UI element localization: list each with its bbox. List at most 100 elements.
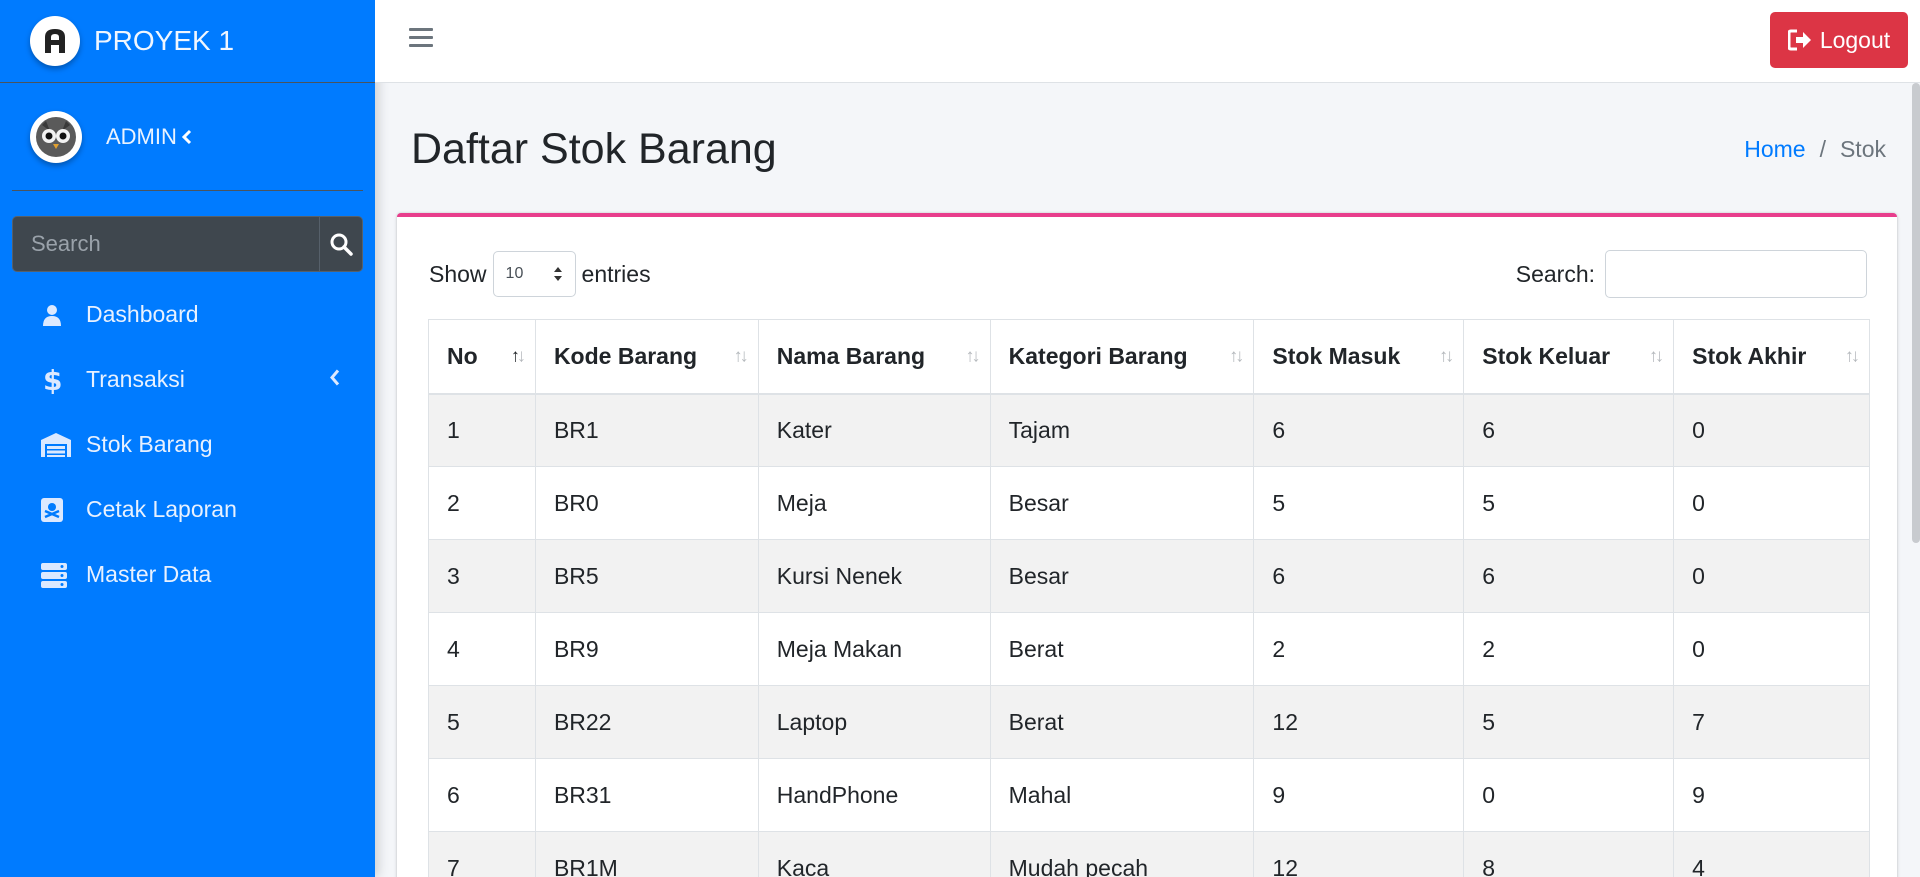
user-panel[interactable]: ADMIN — [12, 83, 363, 191]
cell-nama-barang: Meja Makan — [757, 612, 991, 686]
sidebar-item-stok-barang[interactable]: Stok Barang — [0, 412, 375, 477]
cell-stok-keluar: 8 — [1463, 831, 1675, 877]
cell-kode-barang: BR31 — [534, 758, 759, 832]
sidebar-item-label: Master Data — [86, 561, 212, 587]
user-name-label: ADMIN — [106, 123, 177, 149]
sidebar-item-label: Dashboard — [86, 301, 199, 327]
sidebar-item-dashboard[interactable]: Dashboard — [0, 282, 375, 347]
cell-no: 2 — [428, 466, 536, 540]
cell-kode-barang: BR5 — [534, 539, 759, 613]
database-icon — [40, 562, 74, 588]
cell-nama-barang: Meja — [757, 466, 991, 540]
cell-stok-akhir: 0 — [1673, 612, 1870, 686]
cell-stok-keluar: 5 — [1463, 466, 1675, 540]
cell-no: 6 — [428, 758, 536, 832]
search-icon — [330, 233, 353, 256]
sidebar-search-button[interactable] — [319, 216, 363, 272]
cell-stok-akhir: 0 — [1673, 539, 1870, 613]
sidebar-item-master-data[interactable]: Master Data — [0, 542, 375, 607]
cell-no: 4 — [428, 612, 536, 686]
cell-kategori-barang: Besar — [989, 466, 1255, 540]
page-length-select[interactable]: 10 — [492, 251, 576, 297]
column-header-stok-keluar[interactable]: Stok Keluar ↑↓ — [1463, 319, 1675, 395]
table-search-label: Search: — [1515, 260, 1595, 287]
cell-nama-barang: HandPhone — [757, 758, 991, 832]
breadcrumb-home-link[interactable]: Home — [1744, 136, 1805, 163]
warehouse-icon — [40, 432, 74, 458]
cell-kategori-barang: Tajam — [989, 393, 1255, 467]
sidebar-item-label: Cetak Laporan — [86, 496, 237, 522]
avatar — [30, 110, 82, 163]
cell-no: 5 — [428, 685, 536, 759]
select-arrows-icon — [553, 267, 562, 281]
cell-nama-barang: Laptop — [757, 685, 991, 759]
sidebar-item-cetak-laporan[interactable]: Cetak Laporan — [0, 477, 375, 542]
stock-table: No ↑↓ Kode Barang ↑↓ Nama Barang ↑↓ Kategor… — [428, 319, 1870, 877]
cell-kategori-barang: Berat — [989, 612, 1255, 686]
sort-asc-icon: ↑↓ — [510, 345, 526, 366]
user-name[interactable]: ADMIN — [106, 124, 193, 150]
table-search-input[interactable] — [1605, 250, 1867, 298]
cell-stok-akhir: 7 — [1673, 685, 1870, 759]
column-header-kode-barang[interactable]: Kode Barang ↑↓ — [534, 319, 759, 395]
page-scrollbar[interactable] — [1912, 83, 1920, 543]
entries-label: entries — [581, 260, 651, 287]
table-row: 7 BR1M Kaca Mudah pecah 12 8 4 — [428, 831, 1870, 877]
sort-icon: ↑↓ — [965, 345, 981, 366]
sort-icon: ↑↓ — [1649, 345, 1664, 366]
column-header-kategori-barang[interactable]: Kategori Barang ↑↓ — [989, 319, 1255, 395]
cell-no: 1 — [428, 393, 536, 467]
cell-kategori-barang: Besar — [989, 539, 1255, 613]
sort-icon: ↑↓ — [1229, 345, 1244, 366]
user-icon — [40, 303, 74, 327]
stock-card: Show 10 entries Search: No ↑↓ Kode Barang… — [397, 213, 1897, 877]
column-header-nama-barang[interactable]: Nama Barang ↑↓ — [757, 319, 991, 395]
cell-no: 7 — [428, 831, 536, 877]
cell-stok-akhir: 0 — [1673, 466, 1870, 540]
brand[interactable]: PROYEK 1 — [0, 0, 375, 83]
cell-stok-akhir: 4 — [1673, 831, 1870, 877]
logout-button[interactable]: Logout — [1770, 12, 1908, 68]
dollar-icon: $ — [40, 366, 74, 394]
brand-name: PROYEK 1 — [94, 25, 235, 56]
cell-stok-masuk: 12 — [1253, 831, 1465, 877]
cell-no: 3 — [428, 539, 536, 613]
sidebar: PROYEK 1 ADMIN Search Dashboard $ Transa… — [0, 0, 375, 877]
topbar: Logout — [375, 0, 1920, 83]
sidebar-nav: Dashboard $ Transaksi Stok Barang Cetak … — [0, 282, 375, 607]
column-header-stok-masuk[interactable]: Stok Masuk ↑↓ — [1253, 319, 1465, 395]
cell-stok-masuk: 6 — [1253, 539, 1465, 613]
sort-icon: ↑↓ — [1439, 345, 1454, 366]
page-title: Daftar Stok Barang — [411, 125, 777, 173]
breadcrumb-current: Stok — [1839, 136, 1886, 162]
column-header-stok-akhir[interactable]: Stok Akhir ↑↓ — [1673, 319, 1870, 395]
breadcrumb: Home / Stok — [1744, 136, 1886, 163]
cell-kode-barang: BR1 — [534, 393, 759, 467]
chevron-left-icon — [181, 129, 191, 144]
cell-stok-masuk: 5 — [1253, 466, 1465, 540]
menu-toggle-icon[interactable] — [409, 28, 433, 52]
cell-nama-barang: Kater — [757, 393, 991, 467]
cell-stok-keluar: 6 — [1463, 393, 1675, 467]
sidebar-search — [12, 216, 363, 272]
cell-nama-barang: Kursi Nenek — [757, 539, 991, 613]
chevron-left-icon — [329, 368, 341, 391]
column-header-no[interactable]: No ↑↓ — [428, 319, 536, 395]
cell-stok-keluar: 0 — [1463, 758, 1675, 832]
sort-icon: ↑↓ — [733, 345, 749, 366]
breadcrumb-separator: / — [1819, 136, 1826, 162]
cell-stok-masuk: 9 — [1253, 758, 1465, 832]
sidebar-item-transaksi[interactable]: $ Transaksi — [0, 347, 375, 412]
table-row: 5 BR22 Laptop Berat 12 5 7 — [428, 685, 1870, 759]
cell-kode-barang: BR1M — [534, 831, 759, 877]
table-search-control: Search: — [1516, 250, 1867, 298]
table-row: 4 BR9 Meja Makan Berat 2 2 0 — [428, 612, 1870, 686]
cell-nama-barang: Kaca — [757, 831, 991, 877]
sidebar-item-label: Stok Barang — [86, 431, 213, 457]
cell-kode-barang: BR9 — [534, 612, 759, 686]
svg-text:$: $ — [43, 366, 62, 394]
sidebar-search-input[interactable] — [12, 216, 319, 272]
brand-logo-icon — [30, 16, 80, 66]
cell-stok-akhir: 0 — [1673, 393, 1870, 467]
cell-stok-keluar: 5 — [1463, 685, 1675, 759]
